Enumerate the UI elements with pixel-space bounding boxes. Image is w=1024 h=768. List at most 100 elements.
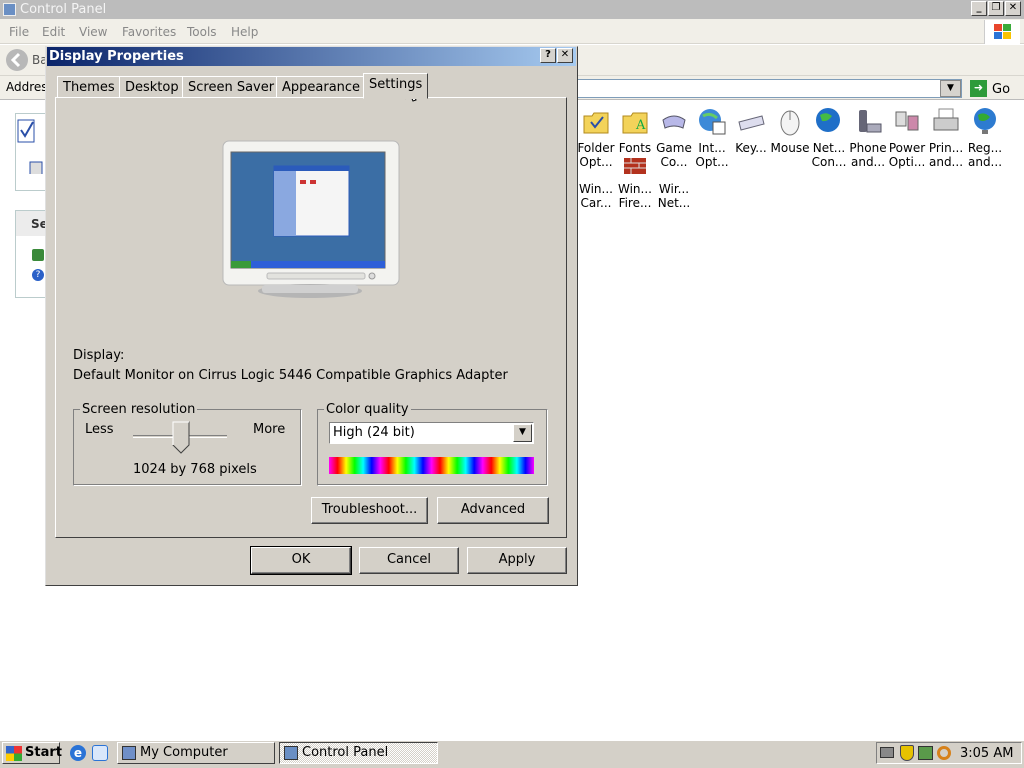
taskbar-label-my-computer: My Computer (140, 745, 228, 760)
security-shield-icon[interactable] (900, 745, 914, 761)
phone-modem-item[interactable]: Phone and... (848, 106, 888, 169)
windows-firewall-label: Win... (618, 182, 652, 196)
game-controllers-label-2: Co... (660, 155, 688, 169)
folder-options-label-2: Opt... (579, 155, 613, 169)
resolution-more-label: More (253, 422, 286, 437)
apply-button[interactable]: Apply (467, 547, 567, 574)
regional-language-label: Reg... (967, 141, 1003, 155)
dialog-titlebar[interactable]: Display Properties ? ✕ (47, 47, 576, 66)
search-tray-icon[interactable] (937, 746, 951, 760)
globe-icon (974, 108, 996, 134)
go-button[interactable]: ➜ Go (968, 79, 1018, 98)
regional-language-item[interactable]: Reg... and... (965, 106, 1005, 169)
windows-flag-icon (6, 746, 22, 761)
folder-options-icon (583, 112, 609, 134)
back-arrow-icon[interactable] (6, 49, 28, 71)
printer-icon (933, 108, 959, 131)
tab-desktop[interactable]: Desktop (119, 76, 185, 99)
fonts-folder-icon: A (622, 112, 648, 134)
wireless-network-label: Wir... (658, 182, 690, 196)
dialog-help-button[interactable]: ? (540, 48, 556, 63)
restore-button[interactable]: ❐ (988, 1, 1004, 16)
help-icon[interactable]: ? (32, 269, 44, 281)
internet-explorer-icon[interactable]: e (70, 745, 86, 761)
network-connections-item[interactable]: Net... Con... (809, 106, 849, 169)
control-panel-icon (3, 3, 16, 16)
resolution-less-label: Less (85, 422, 114, 437)
display-label: Display: (73, 348, 125, 363)
tab-themes[interactable]: Themes (57, 76, 121, 99)
color-quality-value: High (24 bit) (333, 425, 415, 440)
tab-screen-saver[interactable]: Screen Saver (182, 76, 281, 99)
printers-faxes-label: Prin... (928, 141, 964, 155)
resolution-slider-thumb[interactable] (172, 421, 190, 454)
wireless-network-label-2: Net... (657, 196, 691, 210)
start-label: Start (25, 745, 62, 760)
menu-view[interactable]: View (79, 25, 107, 39)
menu-file[interactable]: File (9, 25, 29, 39)
windows-cardspace-label-2: Car... (580, 196, 612, 210)
game-controllers-label: Game (656, 141, 692, 155)
close-button[interactable]: ✕ (1005, 1, 1021, 16)
windows-cardspace-item[interactable]: Win... Car... (576, 168, 616, 210)
minimize-button[interactable]: _ (971, 1, 987, 16)
internet-options-icon (699, 109, 726, 135)
dialog-title: Display Properties (49, 49, 184, 64)
display-adapter-value: Default Monitor on Cirrus Logic 5446 Com… (73, 368, 508, 383)
windows-cardspace-label: Win... (579, 182, 613, 196)
taskbar-button-control-panel[interactable]: Control Panel (279, 742, 438, 764)
printers-faxes-item[interactable]: Prin... and... (926, 106, 966, 169)
windows-update-icon[interactable] (32, 249, 44, 261)
fonts-item[interactable]: A Fonts (615, 106, 655, 155)
address-dropdown-button[interactable]: ▼ (940, 80, 961, 97)
start-button[interactable]: Start (2, 742, 62, 764)
taskbar-button-my-computer[interactable]: My Computer (117, 742, 275, 764)
ok-button[interactable]: OK (250, 546, 352, 575)
cancel-button[interactable]: Cancel (359, 547, 459, 574)
mouse-icon (780, 110, 800, 136)
regional-language-label-2: and... (967, 155, 1003, 169)
menu-help[interactable]: Help (231, 25, 258, 39)
menu-favorites[interactable]: Favorites (122, 25, 176, 39)
color-quality-legend: Color quality (326, 402, 409, 417)
menu-edit[interactable]: Edit (42, 25, 65, 39)
tab-settings[interactable]: Settings (363, 73, 429, 99)
windows-firewall-item[interactable]: Win... Fire... (615, 158, 655, 210)
network-tray-icon[interactable] (918, 746, 933, 760)
address-label: Addres (6, 80, 48, 94)
printers-faxes-label-2: and... (928, 155, 964, 169)
show-desktop-icon[interactable] (92, 745, 108, 761)
address-input[interactable] (577, 79, 962, 98)
mouse-item[interactable]: Mouse (770, 106, 810, 155)
wireless-network-item[interactable]: Wir... Net... (654, 168, 694, 210)
internet-options-item[interactable]: Int... Opt... (692, 106, 732, 169)
troubleshoot-button[interactable]: Troubleshoot... (311, 497, 428, 524)
power-options-item[interactable]: Power Opti... (887, 106, 927, 169)
control-panel-titlebar[interactable]: Control Panel _ ❐ ✕ (0, 0, 1024, 19)
screen-resolution-legend: Screen resolution (82, 402, 196, 417)
my-computer-icon (122, 746, 136, 760)
internet-options-label-2: Opt... (695, 155, 729, 169)
color-spectrum-bar (329, 457, 534, 474)
tab-appearance[interactable]: Appearance (276, 76, 367, 99)
power-options-label: Power (888, 141, 926, 155)
window-title: Control Panel (20, 2, 107, 17)
chevron-down-icon[interactable]: ▼ (513, 424, 532, 442)
network-globe-icon (816, 108, 840, 132)
folder-options-item[interactable]: Folder Opt... (576, 106, 616, 169)
network-connections-label-2: Con... (811, 155, 847, 169)
phone-modem-label-2: and... (850, 155, 886, 169)
advanced-button[interactable]: Advanced (437, 497, 549, 524)
fonts-label: Fonts (618, 141, 652, 155)
dialog-close-button[interactable]: ✕ (557, 48, 573, 63)
go-arrow-icon: ➜ (970, 80, 987, 97)
keyboard-label: Key... (735, 141, 767, 155)
power-plug-icon (895, 111, 919, 131)
keyboard-icon (738, 115, 765, 131)
game-controllers-item[interactable]: Game Co... (654, 106, 694, 169)
color-quality-select[interactable]: High (24 bit) ▼ (329, 422, 534, 444)
menu-tools[interactable]: Tools (187, 25, 217, 39)
windows-firewall-label-2: Fire... (618, 196, 652, 210)
keyboard-item[interactable]: Key... (731, 106, 771, 155)
keyboard-tray-icon[interactable] (880, 747, 894, 758)
